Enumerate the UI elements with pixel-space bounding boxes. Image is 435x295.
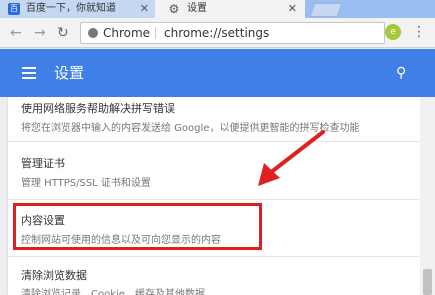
settings-item-certificates[interactable]: 管理证书 管理 HTTPS/SSL 证书和设置 <box>8 142 420 200</box>
baidu-icon: 百 <box>8 3 20 15</box>
item-title: 使用网络服务帮助解决拼写错误 <box>21 102 175 115</box>
gear-icon: ⚙ <box>168 2 180 16</box>
settings-item-spellcheck[interactable]: 使用网络服务帮助解决拼写错误 将您在浏览器中输入的内容发送给 Google，以便… <box>8 97 420 142</box>
divider <box>155 27 156 39</box>
new-tab-button[interactable] <box>309 3 343 17</box>
item-title: 管理证书 <box>21 157 65 170</box>
url-text[interactable]: chrome://settings <box>164 23 269 43</box>
secure-chip-label: Chrome <box>103 26 151 40</box>
tab-label: 百度一下，你就知道 <box>26 3 116 14</box>
scrollbar[interactable] <box>420 97 435 295</box>
reload-icon[interactable]: ↻ <box>57 24 69 42</box>
chrome-icon <box>88 28 98 38</box>
back-arrow-icon[interactable]: ← <box>10 24 22 42</box>
item-title: 清除浏览数据 <box>21 269 87 282</box>
item-description: 将您在浏览器中输入的内容发送给 Google，以便提供更智能的拼写检查功能 <box>21 123 360 134</box>
item-description: 管理 HTTPS/SSL 证书和设置 <box>21 178 151 189</box>
page-title: 设置 <box>54 64 85 82</box>
tab-settings[interactable]: ⚙ 设置 ✕ <box>155 0 305 18</box>
close-icon[interactable]: ✕ <box>288 0 297 18</box>
settings-card: 使用网络服务帮助解决拼写错误 将您在浏览器中输入的内容发送给 Google，以便… <box>8 97 420 295</box>
highlight-box <box>13 203 262 250</box>
hamburger-menu-icon[interactable] <box>22 67 36 79</box>
extension-icon[interactable]: e <box>385 24 401 40</box>
tab-strip: 百 百度一下，你就知道 ✕ ⚙ 设置 ✕ <box>0 0 435 18</box>
tab-baidu[interactable]: 百 百度一下，你就知道 ✕ <box>0 0 158 18</box>
scrollbar-thumb[interactable] <box>423 269 432 295</box>
menu-icon[interactable]: ⋮ <box>412 23 426 41</box>
close-icon[interactable]: ✕ <box>140 0 149 18</box>
browser-toolbar: ← → ↻ Chrome chrome://settings e ⋮ <box>0 18 435 48</box>
settings-content: 使用网络服务帮助解决拼写错误 将您在浏览器中输入的内容发送给 Google，以便… <box>0 97 435 295</box>
search-icon[interactable]: ⚲ <box>396 65 406 81</box>
settings-header: 设置 ⚲ <box>0 49 435 97</box>
forward-arrow-icon[interactable]: → <box>34 24 46 42</box>
tab-label: 设置 <box>187 3 207 14</box>
settings-item-clear-data[interactable]: 清除浏览数据 清除浏览记录、Cookie、缓存及其他数据 <box>8 257 420 295</box>
address-bar[interactable]: Chrome chrome://settings <box>80 22 385 44</box>
item-description: 清除浏览记录、Cookie、缓存及其他数据 <box>21 289 205 295</box>
